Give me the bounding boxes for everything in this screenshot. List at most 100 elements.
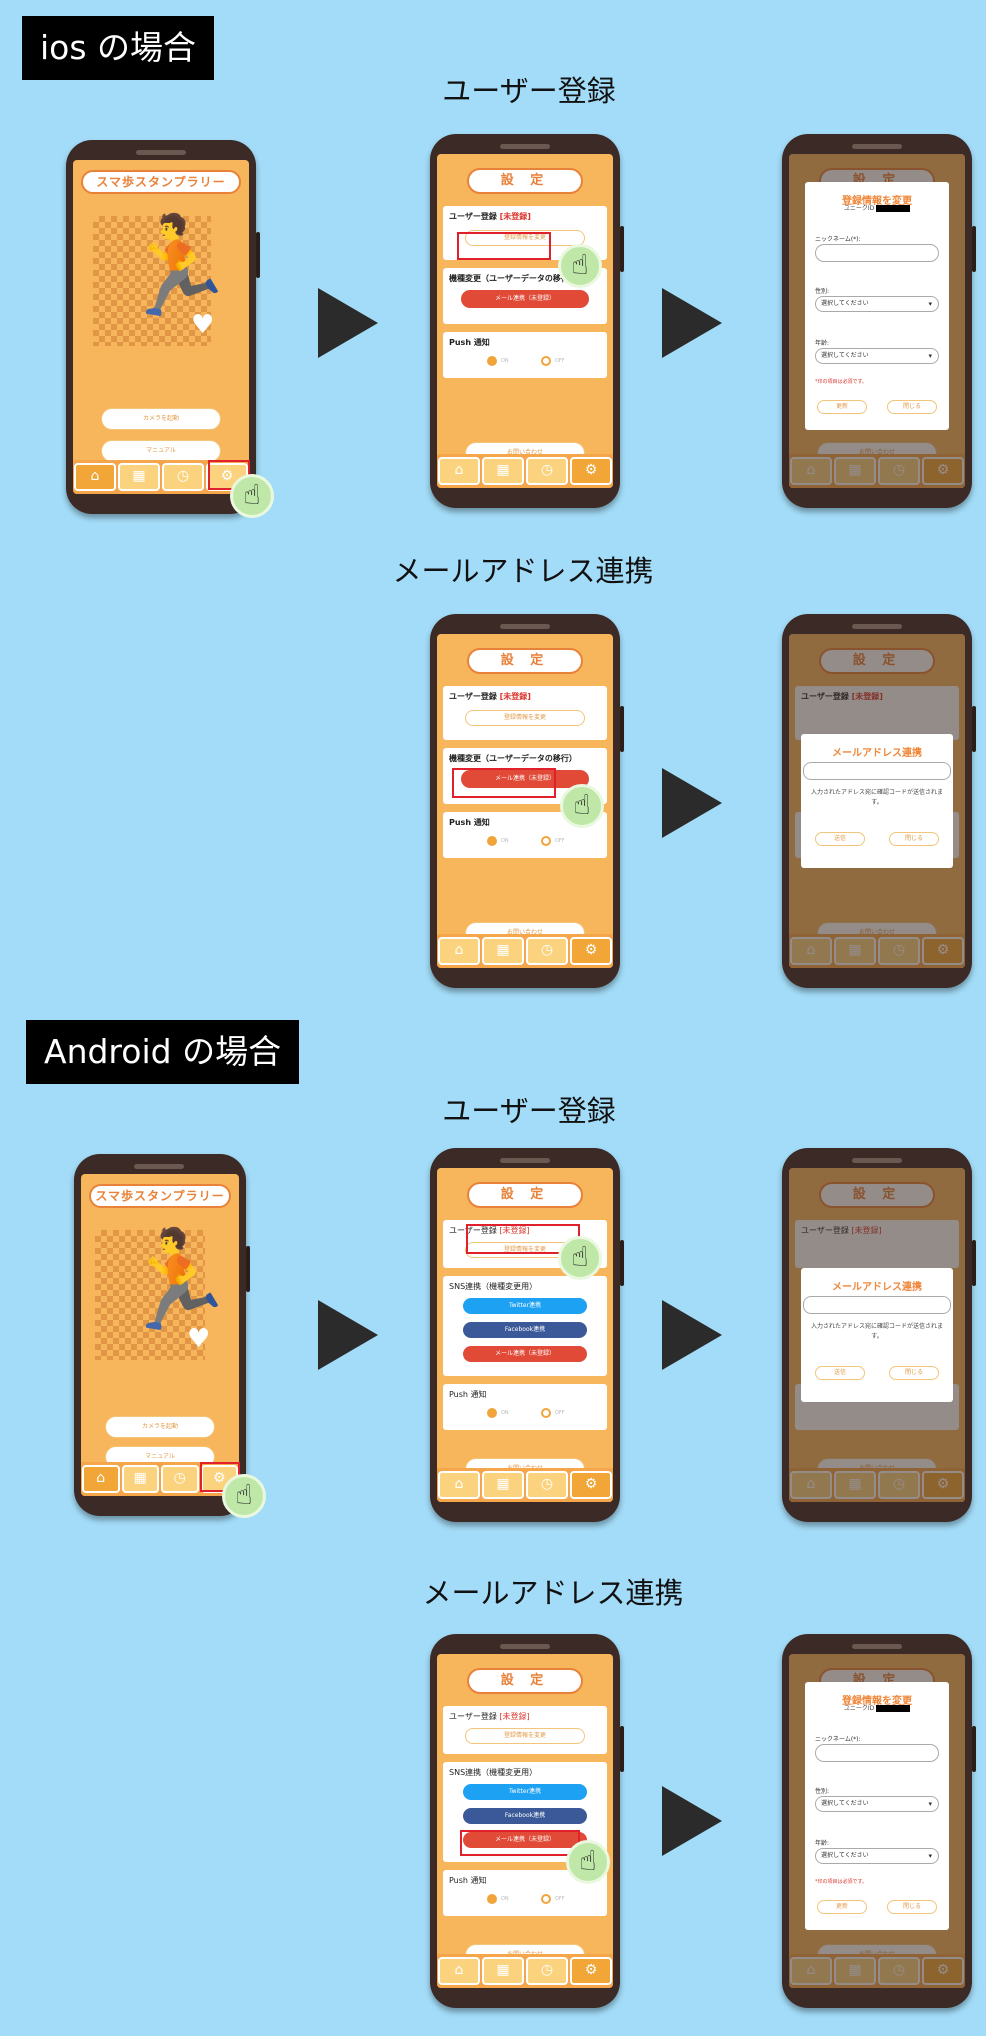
unique-id-label: ユニークID bbox=[843, 205, 875, 212]
gender-select[interactable]: 選択してください bbox=[815, 1796, 939, 1812]
age-select[interactable]: 選択してください bbox=[815, 1848, 939, 1864]
user-reg-label: ユーザー登録 bbox=[449, 1712, 497, 1721]
push-off-radio[interactable] bbox=[541, 836, 551, 846]
ios-mail-link-title: メールアドレス連携 bbox=[392, 554, 654, 588]
unique-id-redacted bbox=[876, 205, 911, 212]
tap-hand-icon: ☝ bbox=[230, 474, 274, 518]
tap-hand-icon: ☝ bbox=[566, 1840, 610, 1884]
mail-modal-message: 入力されたアドレス宛に確認コードが送信されます。 bbox=[810, 789, 943, 806]
mail-link-button[interactable]: メール連携（未登録） bbox=[461, 290, 589, 308]
twitter-button[interactable]: Twitter連携 bbox=[463, 1298, 587, 1314]
age-label: 年齢: bbox=[815, 340, 830, 347]
mail-link-button[interactable]: メール連携（未登録） bbox=[463, 1346, 587, 1362]
nav-grid-icon[interactable]: ▦ bbox=[482, 457, 524, 485]
nickname-label: ニックネーム(*): bbox=[815, 236, 861, 243]
android-home-phone: スマ歩スタンプラリー 🏃 ♥ カメラを起動 マニュアル ⌂ ▦ ◷ ⚙ ☝ bbox=[74, 1154, 266, 1518]
sns-label: SNS連携（機種変更用） bbox=[449, 1768, 538, 1777]
nickname-input[interactable] bbox=[815, 1744, 939, 1762]
mail-modal-message: 入力されたアドレス宛に確認コードが送信されます。 bbox=[810, 1323, 943, 1340]
bottom-nav: ⌂ ▦ ◷ ⚙ bbox=[437, 934, 613, 968]
update-button[interactable]: 更新 bbox=[817, 400, 867, 414]
nav-clock-icon[interactable]: ◷ bbox=[161, 1465, 199, 1493]
gender-label: 性別: bbox=[815, 288, 830, 295]
android-settings-mail-phone: 設 定 ユーザー登録 [未登録] 登録情報を変更 SNS連携（機種変更用） Tw… bbox=[430, 1634, 624, 2008]
android-settings-phone: 設 定 ユーザー登録 [未登録] 登録情報を変更 SNS連携（機種変更用） Tw… bbox=[430, 1148, 624, 1522]
nav-gear-icon[interactable]: ⚙ bbox=[570, 937, 612, 965]
unique-id-label: ユニークID bbox=[843, 1705, 875, 1712]
change-info-highlight bbox=[457, 232, 551, 260]
camera-button[interactable]: カメラを起動 bbox=[101, 408, 221, 430]
nav-clock-icon[interactable]: ◷ bbox=[526, 937, 568, 965]
nav-clock-icon[interactable]: ◷ bbox=[162, 463, 204, 491]
close-button[interactable]: 閉じる bbox=[889, 832, 939, 846]
push-on-radio[interactable] bbox=[487, 1894, 497, 1904]
push-off-radio[interactable] bbox=[541, 1894, 551, 1904]
close-button[interactable]: 閉じる bbox=[889, 1366, 939, 1380]
sns-card: SNS連携（機種変更用） Twitter連携 Facebook連携 メール連携（… bbox=[443, 1276, 607, 1376]
age-label: 年齢: bbox=[815, 1840, 830, 1847]
push-off-radio[interactable] bbox=[541, 1408, 551, 1418]
push-on-radio[interactable] bbox=[487, 836, 497, 846]
nav-home-icon[interactable]: ⌂ bbox=[438, 1471, 480, 1499]
update-button[interactable]: 更新 bbox=[817, 1900, 867, 1914]
ios-reg-modal-phone: 設 定 お問い合わせ ⌂ ▦ ◷ ⚙ 登録情報を変更 ユニークID ニックネーム… bbox=[782, 134, 976, 508]
change-info-button[interactable]: 登録情報を変更 bbox=[465, 710, 585, 726]
manual-button[interactable]: マニュアル bbox=[101, 440, 221, 462]
nickname-input[interactable] bbox=[815, 244, 939, 262]
reg-modal: 登録情報を変更 ユニークID ニックネーム(*): 性別: 選択してください 年… bbox=[805, 182, 949, 430]
nav-grid-icon[interactable]: ▦ bbox=[482, 937, 524, 965]
nav-clock-icon[interactable]: ◷ bbox=[526, 1471, 568, 1499]
age-select[interactable]: 選択してください bbox=[815, 348, 939, 364]
nav-gear-icon[interactable]: ⚙ bbox=[570, 1471, 612, 1499]
nav-home-icon[interactable]: ⌂ bbox=[82, 1465, 120, 1493]
change-info-button[interactable]: 登録情報を変更 bbox=[465, 1728, 585, 1744]
nav-clock-icon[interactable]: ◷ bbox=[526, 457, 568, 485]
ios-settings-mail-phone: 設 定 ユーザー登録 [未登録] 登録情報を変更 機種変更（ユーザーデータの移行… bbox=[430, 614, 624, 988]
gender-select[interactable]: 選択してください bbox=[815, 296, 939, 312]
email-input[interactable] bbox=[803, 762, 951, 780]
push-on-label: ON bbox=[501, 1410, 509, 1416]
android-section-badge: Android の場合 bbox=[26, 1020, 300, 1084]
android-user-reg-title: ユーザー登録 bbox=[442, 1094, 616, 1128]
bottom-nav: ⌂ ▦ ◷ ⚙ bbox=[437, 454, 613, 488]
send-button[interactable]: 送信 bbox=[815, 832, 865, 846]
close-button[interactable]: 閉じる bbox=[887, 1900, 937, 1914]
mail-modal: メールアドレス連携 入力されたアドレス宛に確認コードが送信されます。 送信 閉じ… bbox=[801, 734, 953, 868]
nav-grid-icon[interactable]: ▦ bbox=[118, 463, 160, 491]
tap-hand-icon: ☝ bbox=[558, 244, 602, 288]
push-off-radio[interactable] bbox=[541, 356, 551, 366]
settings-title: 設 定 bbox=[467, 1668, 583, 1694]
nav-grid-icon[interactable]: ▦ bbox=[482, 1957, 524, 1985]
push-on-label: ON bbox=[501, 358, 509, 364]
required-note: *印の項目は必須です。 bbox=[815, 379, 868, 385]
email-input[interactable] bbox=[803, 1296, 951, 1314]
camera-button[interactable]: カメラを起動 bbox=[105, 1416, 215, 1438]
nav-grid-icon[interactable]: ▦ bbox=[482, 1471, 524, 1499]
nav-gear-icon[interactable]: ⚙ bbox=[570, 1957, 612, 1985]
nav-clock-icon[interactable]: ◷ bbox=[526, 1957, 568, 1985]
android-reg-modal-phone: 設 定 お問い合わせ ⌂ ▦ ◷ ⚙ 登録情報を変更 ユニークID ニックネーム… bbox=[782, 1634, 976, 2008]
twitter-button[interactable]: Twitter連携 bbox=[463, 1784, 587, 1800]
close-button[interactable]: 閉じる bbox=[887, 400, 937, 414]
mail-link-highlight bbox=[452, 768, 556, 798]
flow-arrow bbox=[662, 1300, 722, 1370]
push-on-radio[interactable] bbox=[487, 1408, 497, 1418]
flow-arrow bbox=[318, 1300, 378, 1370]
nav-grid-icon[interactable]: ▦ bbox=[121, 1465, 159, 1493]
push-on-radio[interactable] bbox=[487, 356, 497, 366]
nav-home-icon[interactable]: ⌂ bbox=[438, 937, 480, 965]
send-button[interactable]: 送信 bbox=[815, 1366, 865, 1380]
facebook-button[interactable]: Facebook連携 bbox=[463, 1322, 587, 1338]
nav-home-icon[interactable]: ⌂ bbox=[438, 1957, 480, 1985]
nav-gear-icon[interactable]: ⚙ bbox=[570, 457, 612, 485]
nav-home-icon[interactable]: ⌂ bbox=[74, 463, 116, 491]
flow-arrow bbox=[662, 1786, 722, 1856]
gender-label: 性別: bbox=[815, 1788, 830, 1795]
facebook-button[interactable]: Facebook連携 bbox=[463, 1808, 587, 1824]
unregistered-badge: [未登録] bbox=[499, 1712, 530, 1721]
migration-label: 機種変更（ユーザーデータの移行） bbox=[449, 274, 577, 283]
app-title: スマ歩スタンプラリー bbox=[89, 1184, 231, 1208]
nav-home-icon[interactable]: ⌂ bbox=[438, 457, 480, 485]
reg-modal: 登録情報を変更 ユニークID ニックネーム(*): 性別: 選択してください 年… bbox=[805, 1682, 949, 1930]
android-mail-modal-phone: 設 定 ユーザー登録 [未登録] Push 通知 お問い合わせ ⌂ ▦ ◷ ⚙ … bbox=[782, 1148, 976, 1522]
